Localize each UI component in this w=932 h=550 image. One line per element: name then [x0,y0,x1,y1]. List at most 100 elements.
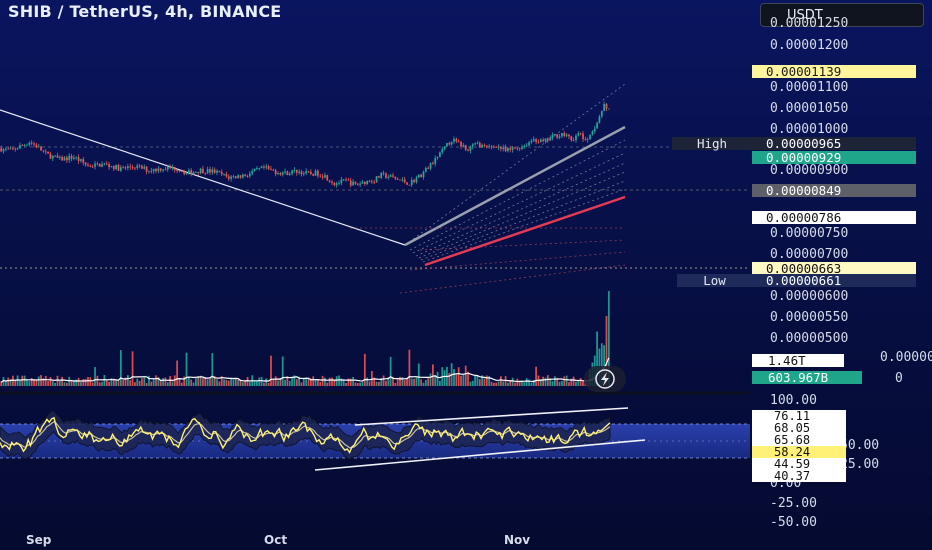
volume-bar [159,381,162,386]
volume-bar [87,376,89,386]
candle-body [467,149,469,151]
volume-bar [131,351,134,386]
candle-body [401,179,404,181]
candle-body [16,148,19,150]
lightning-icon[interactable] [584,366,626,392]
candle-body [145,166,148,172]
volume-bar [530,382,533,386]
volume-bar [103,375,106,386]
volume-bar [335,376,338,386]
rising-channel[interactable] [350,83,626,294]
volume-bar [568,382,570,386]
descending-trendline[interactable] [0,109,406,246]
candle-body [51,155,54,159]
volume-bar [354,382,357,386]
candle-body [187,170,190,174]
level-price-tag[interactable]: 0.00000786 [752,211,916,224]
volume-bar [422,382,425,386]
volume-bar [448,373,451,386]
volume-bar [514,382,516,386]
volume-bar [389,356,392,386]
candle-body [572,140,575,141]
candle-body [122,167,125,169]
candle-body [528,142,530,146]
candle-body [591,131,594,135]
candle-body [521,146,523,149]
candle-body [232,176,235,178]
volume-bar [288,380,291,386]
candle-body [40,146,42,151]
volume-bar [436,371,439,386]
candle-body [80,159,82,161]
volume-bar [572,376,575,386]
volume-bar [230,378,232,386]
candle-body [307,171,310,172]
candle-body [68,155,71,161]
volume-bar [145,382,148,386]
volume-bar [565,375,568,386]
candle-body [284,171,286,173]
volume-bar [366,377,369,386]
candle-body [342,179,345,181]
volume-bar [265,378,268,386]
price-axis-label: 0.00000500 [770,331,849,346]
volume-bar [455,374,458,386]
candle-body [61,156,64,161]
volume-bar [134,382,136,386]
rsi-pane[interactable] [0,407,750,471]
volume-bar [117,381,120,386]
candle-body [70,155,73,159]
lower-extension-lines [350,227,626,294]
candle-body [530,140,533,143]
volume-bar [478,379,481,386]
level-price-tag[interactable]: 0.00000849 [752,184,916,197]
candle-body [544,138,547,142]
candle-body [44,151,47,153]
volume-bar [544,377,547,386]
volume-bar [77,377,80,386]
candle-body [582,133,584,140]
candle-body [279,173,282,175]
candle-body [420,174,423,178]
candle-body [455,138,458,142]
candle-body [148,170,150,172]
candle-body [21,145,24,147]
volume-bar [192,382,195,386]
candle-body [136,165,139,168]
candle-body [490,146,493,148]
volume-bar [394,382,397,386]
candle-body [159,168,162,171]
candle-body [586,139,589,141]
candle-body [492,146,495,148]
volume-bar [546,375,549,386]
candle-body [556,134,559,138]
price-axis-label: 0.00001050 [770,101,849,116]
alert-price-tag[interactable]: 0.00001139 [752,65,916,78]
volume-ma-tag: 603.967B [752,371,862,384]
volume-bar [218,381,221,386]
volume-bar [528,379,530,386]
candle-body [190,170,193,175]
candle-body [429,163,432,169]
volume-bar [119,350,122,386]
candle-body [241,174,244,178]
candle-body [211,169,214,173]
candle-body [382,172,385,174]
candle-body [157,168,160,172]
volume-bar [497,381,500,386]
candle-body [328,180,331,182]
candle-body [288,173,291,176]
candle-body [471,144,474,147]
rsi-tag: 40.37 [752,470,846,482]
candle-body [281,172,284,175]
candle-body [575,135,577,141]
volume-bar [385,380,387,386]
volume-bar [30,377,33,386]
volume-bar [202,377,204,386]
volume-bar [178,378,181,386]
volume-bar [368,381,371,386]
candle-body [363,182,366,185]
symbol-title[interactable]: SHIB / TetherUS, 4h, BINANCE [8,2,281,21]
candle-body [4,148,7,150]
volume-bar [211,353,214,386]
